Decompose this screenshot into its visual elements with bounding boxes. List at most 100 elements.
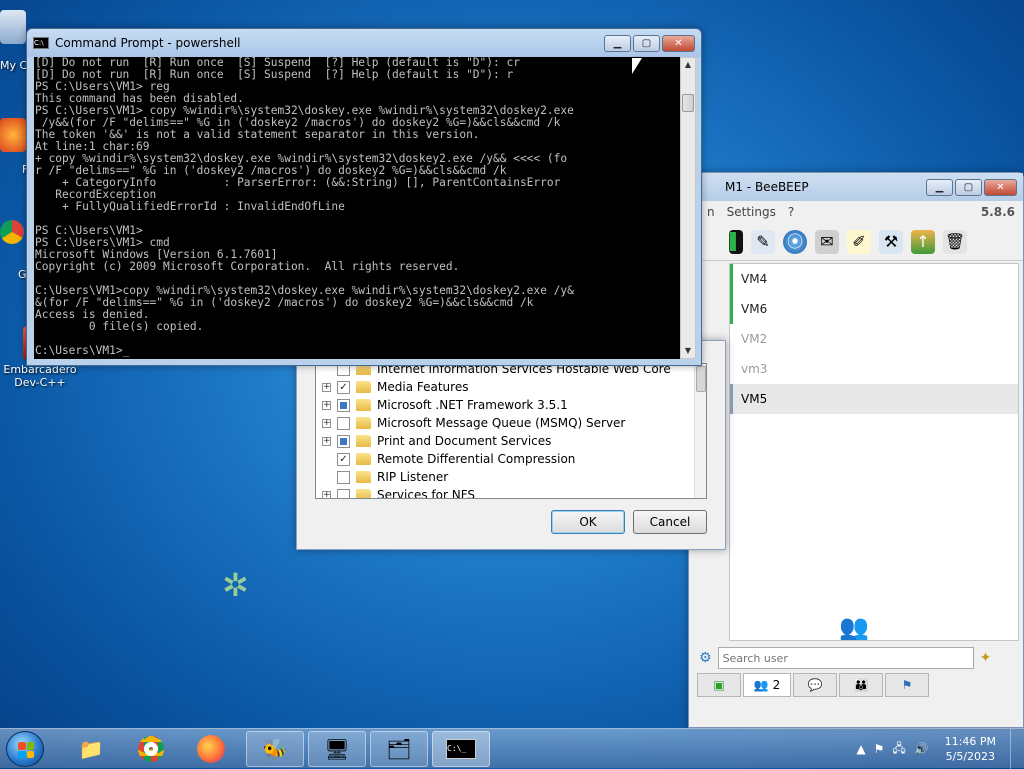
action-center-icon[interactable]: ⚑ (874, 742, 885, 756)
menu-item-settings[interactable]: Settings (727, 205, 776, 219)
feature-row[interactable]: + Microsoft Message Queue (MSMQ) Server (316, 414, 706, 432)
feature-checkbox[interactable] (337, 416, 350, 430)
folder-icon (356, 489, 371, 498)
beebeep-toolbar: ▌ ✎ ⦿ ✉ ✐ ⚒ ↑ 🗑 (689, 223, 1023, 261)
trash-icon[interactable]: 🗑 (943, 229, 967, 254)
clock[interactable]: 11:46 PM 5/5/2023 (945, 734, 996, 764)
devcpp-label-2: Dev-C++ (14, 376, 66, 389)
folder-icon (356, 399, 371, 411)
cmd-icon[interactable]: C:\_ (432, 731, 490, 767)
feature-row[interactable]: + Media Features (316, 378, 706, 396)
tab-files[interactable]: ⚑ (885, 673, 929, 697)
feature-row[interactable]: Remote Differential Compression (316, 450, 706, 468)
user-list-item[interactable]: vm3 (730, 354, 1018, 384)
beebeep-icon[interactable]: 🐝 (246, 731, 304, 767)
close-button[interactable]: ✕ (984, 178, 1017, 196)
version-label: 5.8.6 (980, 205, 1015, 219)
feature-checkbox[interactable] (337, 488, 350, 498)
system-tray: ▲ ⚑ 🖧 🔊 11:46 PM 5/5/2023 (856, 729, 996, 769)
explorer-icon[interactable]: 📁 (62, 731, 120, 767)
console-output[interactable]: [D] Do not run [R] Run once [S] Suspend … (34, 57, 680, 359)
folder-icon (356, 471, 371, 483)
scrollbar-thumb[interactable] (682, 94, 694, 112)
command-prompt-window: C:\ Command Prompt - powershell ▁ ▢ ✕ [D… (26, 28, 702, 366)
chat-icon[interactable]: ✉ (815, 229, 839, 254)
desktop-icon-chrome[interactable] (0, 220, 24, 244)
windows-logo-icon (18, 742, 34, 758)
menu-item-main[interactable]: n (707, 205, 715, 219)
maximize-button[interactable]: ▢ (955, 178, 982, 196)
firefox-icon[interactable] (182, 731, 240, 767)
expand-icon[interactable]: + (322, 490, 331, 498)
expand-icon[interactable]: + (322, 436, 331, 446)
tab-chats[interactable]: 💬 (793, 673, 837, 697)
close-button[interactable]: ✕ (662, 34, 695, 52)
user-list-item[interactable]: VM5 (730, 384, 1018, 414)
folder-icon (356, 417, 371, 429)
cmd-titlebar[interactable]: C:\ Command Prompt - powershell ▁ ▢ ✕ (27, 29, 701, 57)
console-text: [D] Do not run [R] Run once [S] Suspend … (35, 57, 574, 357)
mouse-cursor-icon (632, 58, 642, 74)
desktop-icon-computer[interactable] (0, 10, 26, 44)
menu-item-help[interactable]: ? (788, 205, 794, 219)
tools-icon[interactable]: ⚒ (879, 229, 903, 254)
tab-groups[interactable]: 👪 (839, 673, 883, 697)
scroll-up-icon[interactable]: ▲ (681, 58, 695, 72)
cmd-app-icon: C:\ (33, 37, 49, 49)
network-icon[interactable]: ⦿ (783, 229, 807, 254)
chrome-icon[interactable] (122, 731, 180, 767)
search-settings-icon[interactable]: ⚙ (699, 650, 712, 666)
feature-row[interactable]: + Microsoft .NET Framework 3.5.1 (316, 396, 706, 414)
network-tray-icon[interactable]: 🖧 (892, 739, 905, 760)
console-scrollbar[interactable]: ▲ ▼ (680, 57, 696, 359)
features-scrollbar[interactable] (694, 364, 706, 498)
start-button[interactable] (6, 731, 44, 767)
search-user-input[interactable] (717, 647, 974, 669)
folder-icon (356, 435, 371, 447)
update-icon[interactable]: ↑ (911, 229, 935, 254)
feature-row[interactable]: + Services for NFS (316, 486, 706, 498)
windows-features-dialog: Internet Information Services Hostable W… (296, 340, 726, 550)
beebeep-titlebar[interactable]: M1 - BeeBEEP ▁ ▢ ✕ (689, 173, 1023, 201)
feature-label: Media Features (377, 380, 469, 394)
feature-row[interactable]: + Print and Document Services (316, 432, 706, 450)
user-list-item[interactable]: VM6 (730, 294, 1018, 324)
desktop-icon-firefox[interactable] (0, 118, 26, 152)
scroll-down-icon[interactable]: ▼ (681, 344, 695, 358)
expand-icon[interactable]: + (322, 382, 331, 392)
feature-checkbox[interactable] (337, 434, 350, 448)
show-desktop-button[interactable] (1010, 729, 1024, 769)
user-list-item[interactable]: VM2 (730, 324, 1018, 354)
feature-checkbox[interactable] (337, 380, 350, 394)
control-panel-icon[interactable]: 🖥 (308, 731, 366, 767)
feature-checkbox[interactable] (337, 398, 350, 412)
ok-button[interactable]: OK (551, 510, 625, 534)
files-icon[interactable]: 🗂 (370, 731, 428, 767)
cancel-button[interactable]: Cancel (633, 510, 707, 534)
feature-checkbox[interactable] (337, 470, 350, 484)
volume-icon[interactable]: 🔊 (914, 742, 929, 756)
maximize-button[interactable]: ▢ (633, 34, 660, 52)
cmd-title: Command Prompt - powershell (55, 36, 241, 50)
user-list-item[interactable]: VM4 (730, 264, 1018, 294)
expand-icon[interactable]: + (322, 418, 331, 428)
clear-search-icon[interactable]: ✦ (980, 650, 992, 666)
tab-chat[interactable]: ▣ (697, 673, 741, 697)
show-hidden-icons[interactable]: ▲ (856, 742, 865, 756)
minimize-button[interactable]: ▁ (604, 34, 631, 52)
feature-row[interactable]: RIP Listener (316, 468, 706, 486)
scrollbar-thumb[interactable] (696, 366, 706, 392)
minimize-button[interactable]: ▁ (926, 178, 953, 196)
note-icon[interactable]: ✐ (847, 229, 871, 254)
edit-profile-icon[interactable]: ✎ (751, 229, 775, 254)
beebeep-tabs: ▣ 👥 2 💬 👪 ⚑ (697, 673, 929, 697)
feature-label: Microsoft Message Queue (MSMQ) Server (377, 416, 626, 430)
desktop-icon-computer-label: My C (0, 59, 28, 72)
folder-icon (356, 453, 371, 465)
feature-checkbox[interactable] (337, 452, 350, 466)
expand-icon[interactable]: + (322, 400, 331, 410)
search-bar: ⚙ ✦ (699, 645, 1015, 671)
status-icon[interactable]: ▌ (729, 229, 743, 254)
tab-users[interactable]: 👥 2 (743, 673, 791, 697)
taskbar: 📁 🐝 🖥 🗂 C:\_ ▲ ⚑ 🖧 🔊 11:46 PM 5/5/2023 (0, 728, 1024, 769)
